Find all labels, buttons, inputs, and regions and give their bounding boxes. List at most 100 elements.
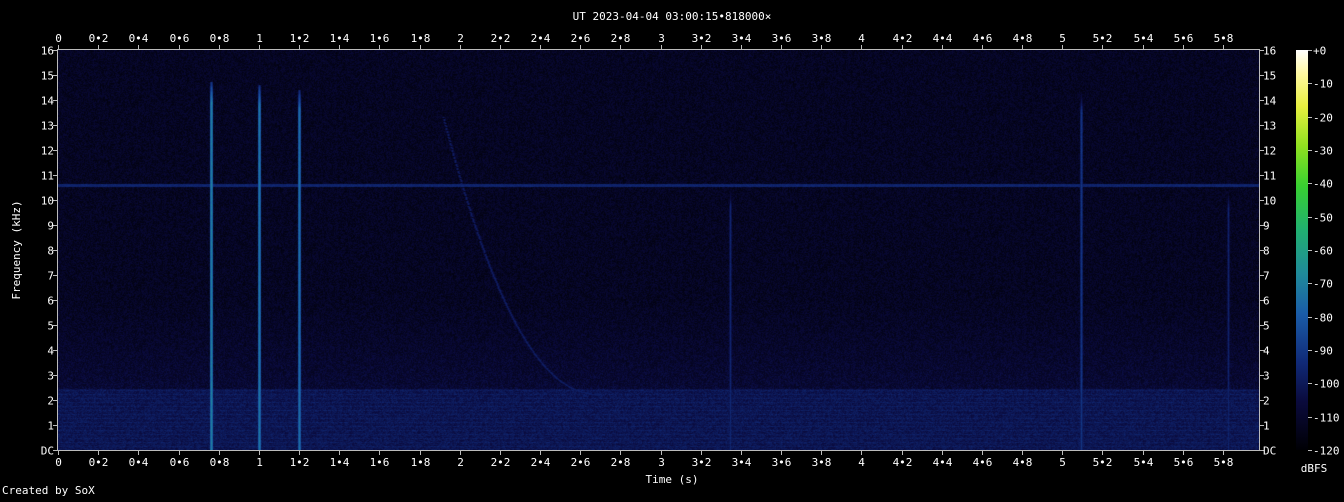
x-tick-label-bottom: 1•8 [411, 456, 431, 469]
y-tick-label-right: 8 [1263, 245, 1270, 258]
colorbar-tick-label: -40 [1313, 178, 1333, 191]
x-tick-label-top: 3•8 [812, 32, 832, 45]
colorbar-ticks: +0 -10 -20 -30 -40 -50 -60 -70 -80 -90 -100 -110 -12… [1308, 45, 1340, 458]
x-axis-label: Time (s) [646, 473, 699, 486]
x-tick-label-bottom: 4•4 [933, 456, 953, 469]
x-tick-label-top: 5•2 [1093, 32, 1113, 45]
x-tick-label-bottom: 0 [55, 456, 62, 469]
x-tick-label-top: 5•8 [1214, 32, 1234, 45]
y-tick-label-left: DC [41, 445, 54, 458]
x-tick-label-bottom: 5•6 [1174, 456, 1194, 469]
x-tick-label-bottom: 1•2 [290, 456, 310, 469]
colorbar-tick-label: -30 [1313, 145, 1333, 158]
y-tick-label-left: 3 [47, 370, 54, 383]
x-tick-label-top: 3•6 [772, 32, 792, 45]
colorbar-tick-label: -100 [1313, 378, 1340, 391]
colorbar-tick-label: -80 [1313, 312, 1333, 325]
y-tick-label-right: 11 [1263, 170, 1276, 183]
y-tick-label-right: 13 [1263, 120, 1276, 133]
y-tick-label-right: 1 [1263, 420, 1270, 433]
y-tick-label-left: 1 [47, 420, 54, 433]
x-tick-label-bottom: 2•6 [571, 456, 591, 469]
colorbar-tick-label: -110 [1313, 412, 1340, 425]
x-tick-label-bottom: 4•2 [893, 456, 913, 469]
x-tick-label-bottom: 2•8 [611, 456, 631, 469]
x-tick-label-bottom: 0•4 [129, 456, 149, 469]
y-tick-label-right: 16 [1263, 45, 1276, 58]
y-tick-label-left: 13 [41, 120, 54, 133]
x-tick-label-top: 4•8 [1013, 32, 1033, 45]
y-tick-label-right: 7 [1263, 270, 1270, 283]
x-tick-label-bottom: 0•8 [210, 456, 230, 469]
y-tick-label-left: 15 [41, 70, 54, 83]
x-ticks-bottom: 0 0•2 0•4 0•6 0•8 1 1•2 1•4 1•6 1•8 2 2•2 2•4 2•6 2•8 3… [55, 450, 1233, 469]
y-tick-label-right: 2 [1263, 395, 1270, 408]
x-tick-label-top: 3 [658, 32, 665, 45]
y-tick-label-left: 2 [47, 395, 54, 408]
x-tick-label-top: 4 [858, 32, 865, 45]
y-tick-label-left: 14 [41, 95, 55, 108]
y-tick-label-right: 9 [1263, 220, 1270, 233]
x-tick-label-bottom: 4•8 [1013, 456, 1033, 469]
colorbar-tick-label: +0 [1313, 45, 1326, 58]
x-tick-label-bottom: 0•6 [170, 456, 190, 469]
x-tick-label-bottom: 2•4 [531, 456, 551, 469]
colorbar-tick-label: -120 [1313, 445, 1340, 458]
x-tick-label-bottom: 5•2 [1093, 456, 1113, 469]
y-tick-label-left: 12 [41, 145, 54, 158]
x-tick-label-top: 0•2 [89, 32, 109, 45]
y-tick-label-right: 5 [1263, 320, 1270, 333]
x-tick-label-top: 2•8 [611, 32, 631, 45]
x-tick-label-top: 0 [55, 32, 62, 45]
chart-title: UT 2023-04-04 03:00:15•818000× [573, 10, 772, 23]
colorbar-tick-label: -70 [1313, 278, 1333, 291]
x-tick-label-bottom: 4•6 [973, 456, 993, 469]
y-tick-label-left: 11 [41, 170, 54, 183]
colorbar-tick-label: -10 [1313, 78, 1333, 91]
x-tick-label-bottom: 3•2 [692, 456, 712, 469]
x-tick-label-top: 0•8 [210, 32, 230, 45]
y-tick-label-left: 5 [47, 320, 54, 333]
x-tick-label-top: 1•2 [290, 32, 310, 45]
x-ticks-top: 0 0•2 0•4 0•6 0•8 1 1•2 1•4 1•6 1•8 2 2•2 2•4 2•6 2•8 3… [55, 32, 1233, 50]
y-tick-label-left: 16 [41, 45, 54, 58]
y-tick-label-right: 12 [1263, 145, 1276, 158]
x-tick-label-top: 2•2 [491, 32, 511, 45]
x-tick-label-top: 3•4 [732, 32, 752, 45]
y-tick-label-right: 3 [1263, 370, 1270, 383]
x-tick-label-top: 0•6 [170, 32, 190, 45]
y-tick-label-left: 6 [47, 295, 54, 308]
x-tick-label-top: 5 [1059, 32, 1066, 45]
colorbar [1296, 50, 1308, 450]
x-tick-label-top: 4•2 [893, 32, 913, 45]
x-tick-label-bottom: 1 [256, 456, 263, 469]
spectrogram-figure: UT 2023-04-04 03:00:15•818000× 0 0•2 0•4 0•… [0, 0, 1344, 498]
y-tick-label-left: 7 [47, 270, 54, 283]
credit-text: Created by SoX [2, 484, 95, 497]
colorbar-tick-label: -60 [1313, 245, 1333, 258]
x-tick-label-top: 4•4 [933, 32, 953, 45]
x-tick-label-top: 2•4 [531, 32, 551, 45]
x-tick-label-bottom: 3 [658, 456, 665, 469]
x-tick-label-bottom: 2•2 [491, 456, 511, 469]
y-axis-label: Frequency (kHz) [10, 200, 23, 299]
spectrogram-image [58, 50, 1259, 450]
x-tick-label-bottom: 3•6 [772, 456, 792, 469]
x-tick-label-top: 1•6 [370, 32, 390, 45]
x-tick-label-top: 5•6 [1174, 32, 1194, 45]
colorbar-tick-label: -90 [1313, 345, 1333, 358]
x-tick-label-bottom: 4 [858, 456, 865, 469]
x-tick-label-bottom: 1•6 [370, 456, 390, 469]
y-ticks-right: DC12345678910111213141516 [1259, 45, 1277, 458]
colorbar-tick-label: -50 [1313, 212, 1333, 225]
x-tick-label-bottom: 5•4 [1134, 456, 1154, 469]
x-tick-label-bottom: 0•2 [89, 456, 109, 469]
x-tick-label-bottom: 3•8 [812, 456, 832, 469]
x-tick-label-bottom: 5•8 [1214, 456, 1234, 469]
y-tick-label-left: 8 [47, 245, 54, 258]
spectrogram-chart: UT 2023-04-04 03:00:15•818000× 0 0•2 0•4 0•… [2, 10, 1340, 497]
y-tick-label-right: 6 [1263, 295, 1270, 308]
x-tick-label-bottom: 3•4 [732, 456, 752, 469]
x-tick-label-top: 0•4 [129, 32, 149, 45]
y-tick-label-right: DC [1263, 445, 1276, 458]
